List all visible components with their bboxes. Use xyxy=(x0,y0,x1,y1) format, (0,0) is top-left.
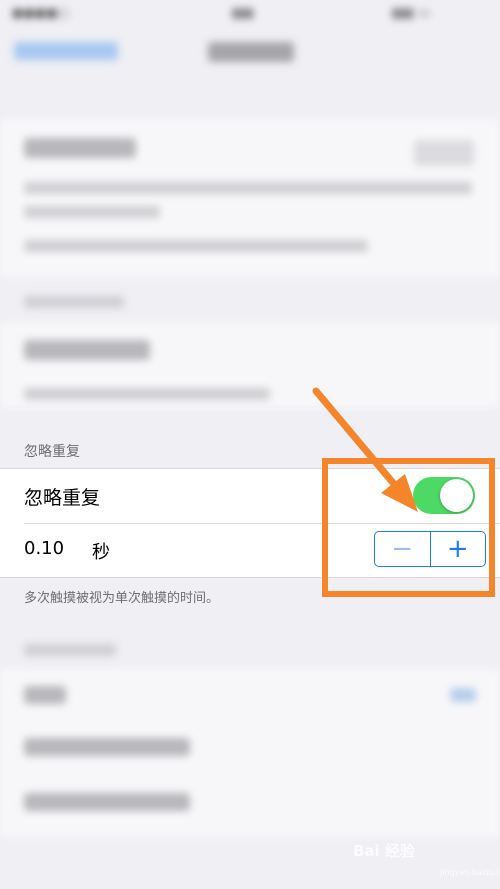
watermark-logo: Bai 经验 xyxy=(353,842,415,860)
annotation-arrow-icon xyxy=(312,387,418,512)
watermark-url: jingyan.baidu.com xyxy=(440,868,500,877)
